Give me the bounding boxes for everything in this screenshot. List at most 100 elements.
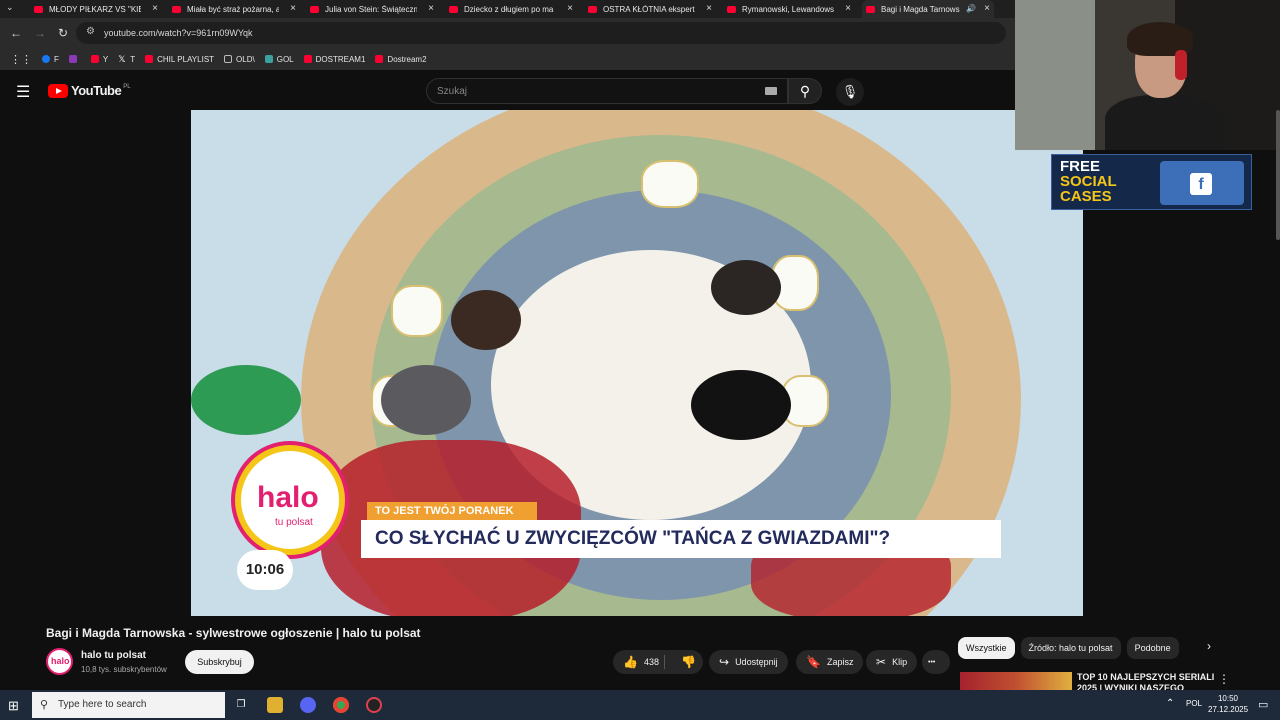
bookmark-item[interactable]: Dostream2: [375, 54, 427, 64]
back-arrow-icon[interactable]: ←: [10, 26, 22, 40]
browser-tab-active[interactable]: Bagi i Magda Tarnows 🔊 ×: [862, 0, 994, 18]
apps-grid-icon[interactable]: ⋮⋮: [10, 53, 32, 66]
site-info-icon[interactable]: ⚙: [86, 26, 95, 37]
bookmark-item[interactable]: GOL: [264, 55, 294, 64]
input-language[interactable]: POL: [1186, 699, 1202, 708]
x-twitter-icon: 𝕏: [118, 54, 126, 64]
search-input[interactable]: Szukaj: [426, 78, 788, 104]
thumbs-down-icon[interactable]: 👎: [681, 655, 696, 669]
subscribe-button[interactable]: Subskrybuj: [185, 650, 254, 674]
tab-close-icon[interactable]: ×: [567, 3, 573, 14]
bookmark-folder[interactable]: OLD\: [224, 55, 255, 64]
tab-close-icon[interactable]: ×: [290, 3, 296, 14]
bookmark-item[interactable]: Y: [90, 54, 109, 64]
channel-avatar[interactable]: halo: [46, 648, 73, 675]
browser-tab[interactable]: Miała być straż pożarna, a ×: [168, 0, 300, 18]
video-frame-ornament: [191, 365, 301, 435]
page-scrollbar[interactable]: [1276, 110, 1280, 240]
save-button[interactable]: 🔖 Zapisz: [796, 650, 864, 674]
bookmark-item[interactable]: 𝕏T: [118, 55, 135, 64]
bookmark-item[interactable]: F: [42, 55, 59, 64]
video-player[interactable]: halo tu polsat 10:06 TO JEST TWÓJ PORANE…: [191, 110, 1083, 616]
bookmark-label: OLD\: [236, 54, 255, 64]
twitch-icon: [68, 55, 77, 63]
logo-text: YouTube: [71, 83, 122, 98]
tab-close-icon[interactable]: ×: [428, 3, 434, 14]
tab-search-icon[interactable]: ⌄: [6, 2, 14, 13]
notification-icon[interactable]: ▭: [1258, 698, 1268, 711]
chip-source[interactable]: Źródło: halo tu polsat: [1020, 637, 1121, 659]
share-icon: ↪: [719, 655, 730, 669]
file-explorer-icon[interactable]: [267, 697, 283, 713]
tray-chevron-up-icon[interactable]: ⌃: [1166, 698, 1174, 709]
bookmark-label: CHIL PLAYLIST: [157, 54, 215, 64]
task-view-icon[interactable]: ❐: [233, 697, 249, 713]
bookmark-label: DOSTREAM1: [315, 54, 366, 64]
video-title: Bagi i Magda Tarnowska - sylwestrowe ogł…: [46, 626, 421, 640]
menu-hamburger-icon[interactable]: ☰: [16, 82, 30, 102]
channel-name[interactable]: halo tu polsat: [81, 650, 146, 661]
address-bar[interactable]: ⚙ youtube.com/watch?v=961rn09WYqk: [76, 22, 1006, 44]
speaker-icon[interactable]: 🔊: [966, 4, 976, 13]
windows-taskbar: ⊞ ⚲ Type here to search ❐ ⌃ POL 10:50 27…: [0, 690, 1280, 720]
tray-time: 10:50: [1217, 694, 1239, 703]
taskbar-search-placeholder: Type here to search: [58, 699, 147, 710]
tab-close-icon[interactable]: ×: [152, 3, 158, 14]
browser-tab[interactable]: MŁODY PIŁKARZ VS "KIBI ×: [30, 0, 162, 18]
youtube-favicon-icon: [310, 5, 319, 13]
keyboard-icon[interactable]: [765, 87, 777, 95]
video-frame-person: [711, 260, 781, 315]
more-horizontal-icon: •••: [928, 658, 936, 666]
webcam-window: [1015, 0, 1095, 150]
search-placeholder: Szukaj: [437, 86, 468, 97]
search-icon: ⚲: [40, 699, 49, 711]
recommendation-title[interactable]: TOP 10 NAJLEPSZYCH SERIALI 2025 | WYNIKI…: [1077, 672, 1217, 692]
tab-close-icon[interactable]: ×: [845, 3, 851, 14]
video-frame-chair: [641, 160, 699, 208]
tab-close-icon[interactable]: ×: [984, 3, 990, 14]
chrome-icon[interactable]: [333, 697, 349, 713]
browser-tab[interactable]: Rymanowski, Lewandows ×: [723, 0, 855, 18]
windows-start-icon[interactable]: ⊞: [8, 698, 19, 714]
browser-tab[interactable]: Julia von Stein: Świąteczn ×: [306, 0, 438, 18]
recommendation-chips: Wszystkie Źródło: halo tu polsat Podobne: [958, 637, 1185, 659]
youtube-icon: [303, 55, 312, 63]
clip-button[interactable]: ✂ Klip: [866, 650, 918, 674]
bookmark-item[interactable]: [68, 55, 81, 63]
facebook-icon: f: [1190, 173, 1212, 195]
tray-date: 27.12.2025: [1208, 705, 1249, 714]
bookmark-item[interactable]: DOSTREAM1: [303, 54, 366, 64]
tab-close-icon[interactable]: ×: [706, 3, 712, 14]
chip-related[interactable]: Podobne: [1126, 637, 1179, 659]
promo-case-image: f: [1160, 161, 1244, 205]
tray-clock[interactable]: 10:50 27.12.2025: [1208, 693, 1248, 715]
search-icon: ⚲: [799, 83, 811, 99]
voice-search-button[interactable]: 🎙: [836, 78, 864, 106]
youtube-logo[interactable]: YouTube PL: [48, 83, 131, 98]
logo-country: PL: [123, 83, 131, 90]
share-button[interactable]: ↪ Udostępnij: [709, 650, 788, 674]
bookmark-label: Y: [102, 54, 109, 64]
taskbar-search-input[interactable]: ⚲ Type here to search: [32, 692, 225, 718]
browser-tab[interactable]: OSTRA KŁÓTNIA eksperta ×: [584, 0, 716, 18]
more-vertical-icon[interactable]: ⋮: [1218, 672, 1230, 686]
scissors-icon: ✂: [876, 655, 887, 669]
discord-icon[interactable]: [300, 697, 316, 713]
bookmark-label: Dostream2: [387, 54, 427, 64]
recommendation-thumbnail[interactable]: [960, 672, 1072, 692]
obs-icon[interactable]: [366, 697, 382, 713]
more-actions-button[interactable]: •••: [922, 650, 950, 674]
chevron-right-icon[interactable]: ›: [1207, 639, 1211, 653]
thumbs-up-icon[interactable]: 👍: [623, 655, 638, 669]
forward-arrow-icon[interactable]: →: [34, 26, 46, 40]
reload-icon[interactable]: ↻: [58, 26, 68, 40]
browser-tab[interactable]: Dziecko z długiem po ma ×: [445, 0, 577, 18]
search-button[interactable]: ⚲: [788, 78, 822, 104]
video-frame-person: [451, 290, 521, 350]
headset-icon: [1175, 50, 1187, 80]
bookmark-label: F: [54, 54, 59, 64]
chip-all[interactable]: Wszystkie: [958, 637, 1015, 659]
like-count[interactable]: 438: [644, 657, 659, 667]
bookmark-item[interactable]: CHIL PLAYLIST: [145, 55, 214, 64]
like-divider: [664, 655, 665, 669]
